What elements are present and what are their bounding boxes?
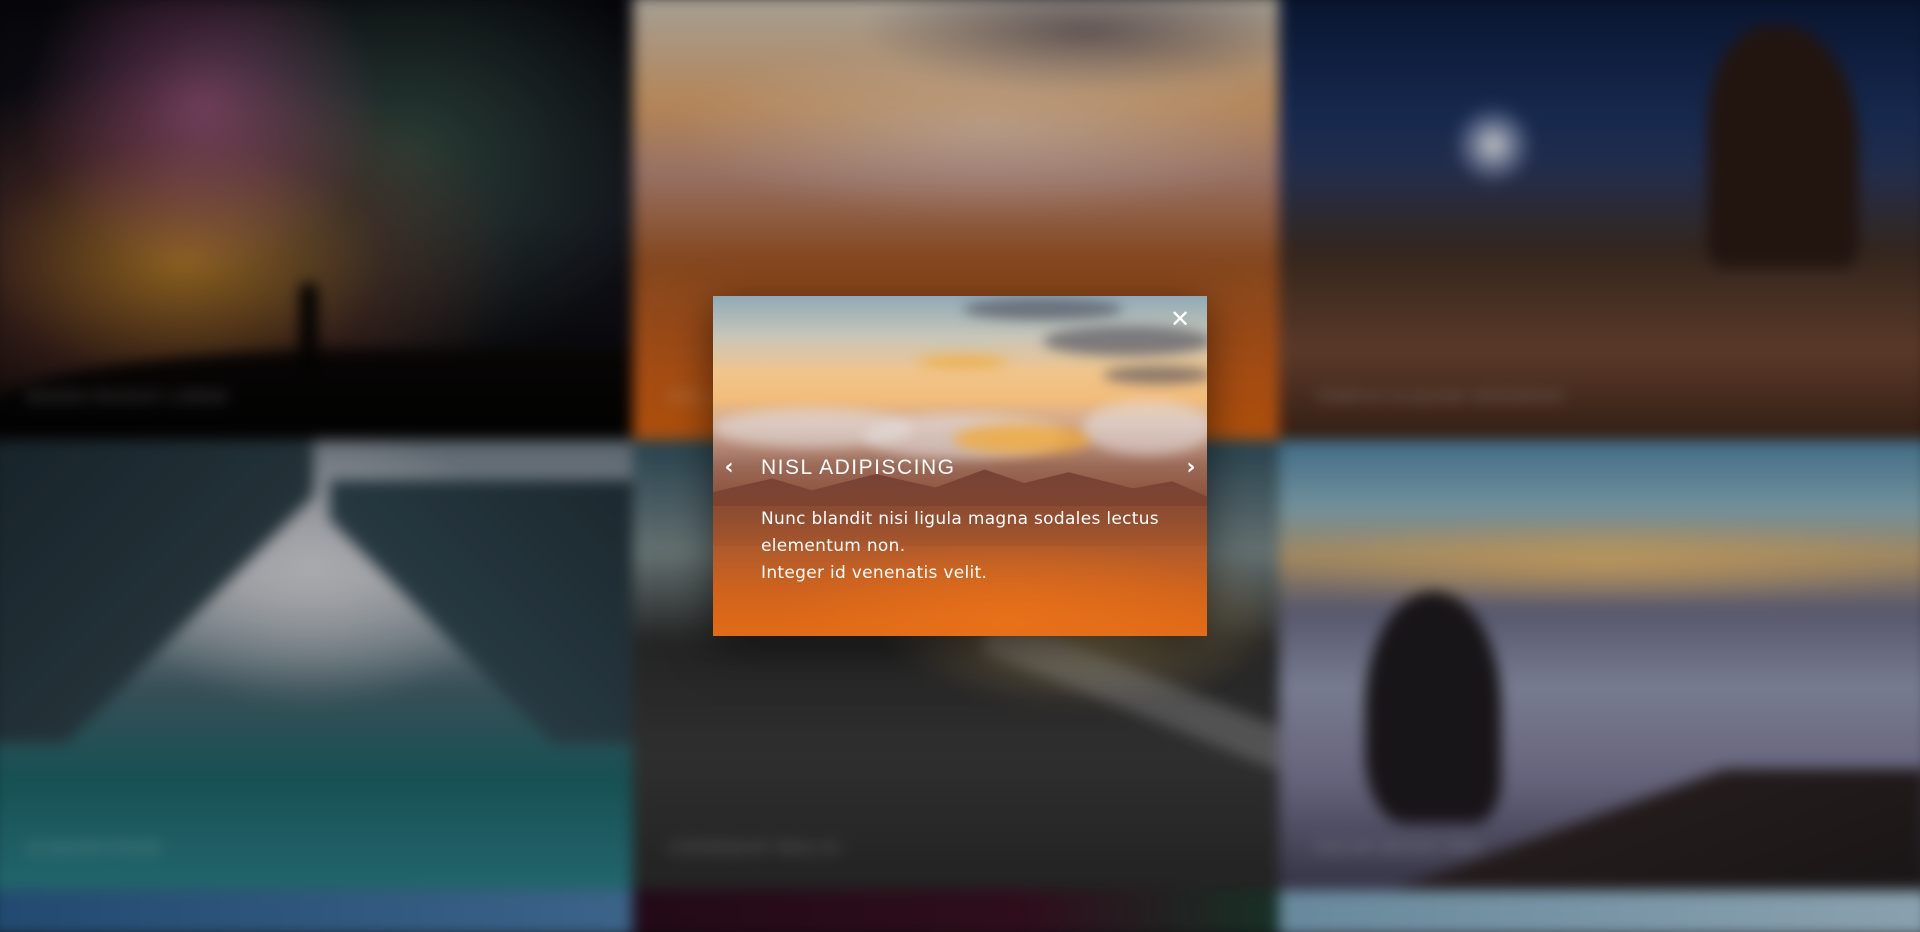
cloud-shape xyxy=(1103,366,1207,384)
lightbox-caption: NISL ADIPISCING Nunc blandit nisi ligula… xyxy=(761,456,1181,587)
close-button[interactable]: ✕ xyxy=(1167,306,1193,332)
lightbox-modal: ✕ ‹ › NISL ADIPISCING Nunc blandit nisi … xyxy=(713,296,1207,636)
next-button[interactable]: › xyxy=(1181,454,1201,482)
caption-text: Nunc blandit nisi ligula magna sodales l… xyxy=(761,506,1181,587)
cloud-shape xyxy=(1083,400,1207,455)
caption-line: Nunc blandit nisi ligula magna sodales l… xyxy=(761,509,1159,529)
caption-line: Integer id venenatis velit. xyxy=(761,563,988,583)
caption-line: elementum non. xyxy=(761,536,906,556)
cloud-shape xyxy=(918,356,1008,368)
chevron-right-icon: › xyxy=(1186,455,1196,480)
caption-title: NISL ADIPISCING xyxy=(761,456,956,479)
previous-button[interactable]: ‹ xyxy=(719,454,739,482)
lightbox-page: Magna feugiat lorem Nisl adipiscing Temp… xyxy=(0,0,1920,932)
close-icon: ✕ xyxy=(1169,305,1191,333)
chevron-left-icon: ‹ xyxy=(724,455,734,480)
cloud-shape xyxy=(963,298,1123,320)
cloud-shape xyxy=(953,424,1093,454)
